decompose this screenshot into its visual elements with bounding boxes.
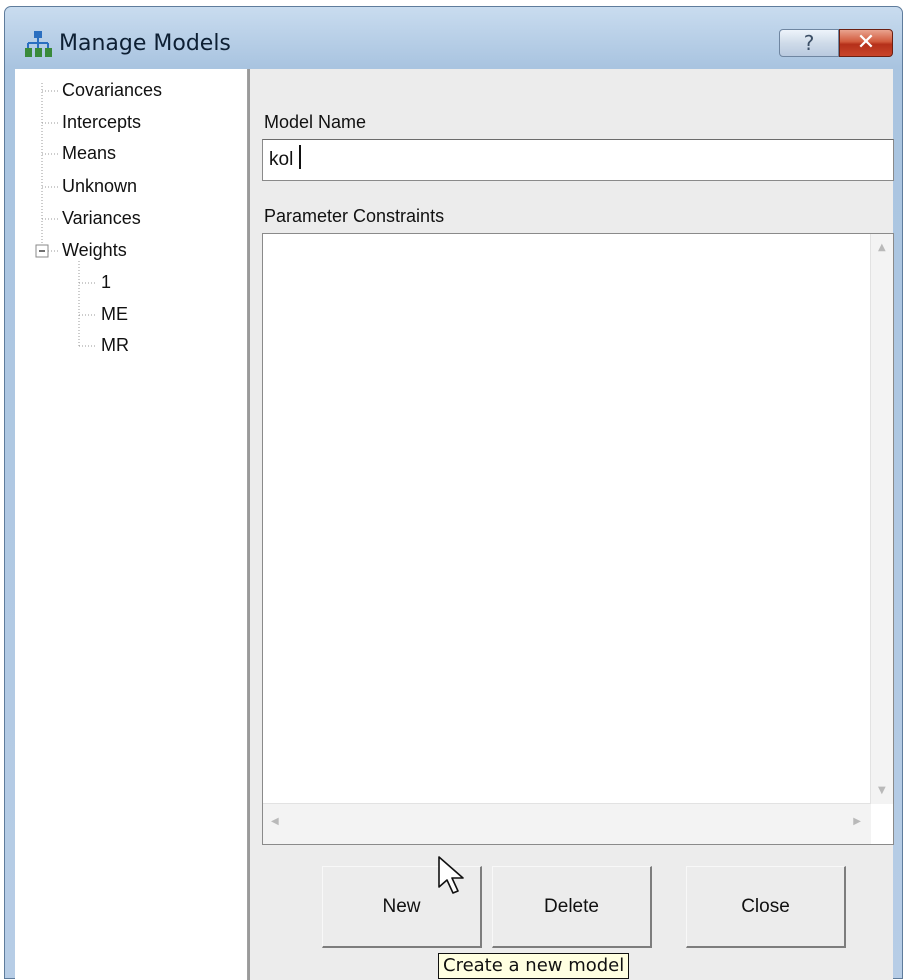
model-name-input[interactable]: [262, 139, 894, 181]
tree-item-weights-1[interactable]: 1: [101, 272, 111, 293]
model-name-label: Model Name: [264, 112, 367, 132]
tree-item-weights[interactable]: Weights: [62, 240, 127, 261]
parameter-constraints-textarea[interactable]: ▲ ▼ ◀ ▶: [262, 233, 894, 845]
scroll-down-arrow-icon[interactable]: ▼: [878, 785, 886, 796]
close-dialog-button[interactable]: Close: [686, 866, 846, 948]
help-icon: ?: [803, 31, 815, 55]
window-title: Manage Models: [59, 31, 231, 56]
manage-models-window: Manage Models ? ✕ Covariances Intercepts…: [4, 6, 903, 980]
dialog-client-area: Covariances Intercepts Means Unknown Var…: [15, 69, 894, 980]
model-details-panel: Model Name Parameter Constraints ▲ ▼ ◀ ▶…: [248, 69, 894, 980]
horizontal-scrollbar[interactable]: ◀ ▶: [263, 803, 871, 844]
tree-item-covariances[interactable]: Covariances: [62, 80, 162, 101]
text-caret: [299, 145, 301, 169]
help-button[interactable]: ?: [779, 29, 839, 57]
tree-item-intercepts[interactable]: Intercepts: [62, 112, 141, 133]
model-tree-icon: [25, 31, 52, 57]
new-model-tooltip: Create a new model: [438, 953, 630, 979]
window-close-button[interactable]: ✕: [839, 29, 893, 57]
delete-model-button[interactable]: Delete: [492, 866, 652, 948]
model-tree-panel[interactable]: Covariances Intercepts Means Unknown Var…: [15, 69, 248, 980]
title-bar[interactable]: Manage Models ? ✕: [5, 7, 902, 69]
tree-item-means[interactable]: Means: [62, 143, 116, 164]
tree-item-variances[interactable]: Variances: [62, 208, 141, 229]
tree-item-weights-me[interactable]: ME: [101, 304, 128, 325]
close-icon: ✕: [856, 30, 876, 55]
vertical-scrollbar[interactable]: ▲ ▼: [870, 234, 893, 804]
mouse-pointer-icon: [438, 856, 464, 894]
tree-item-weights-mr[interactable]: MR: [101, 335, 129, 356]
parameter-constraints-label: Parameter Constraints: [264, 206, 445, 226]
scroll-right-arrow-icon[interactable]: ▶: [853, 816, 861, 827]
scroll-up-arrow-icon[interactable]: ▲: [878, 242, 886, 253]
tree-item-unknown[interactable]: Unknown: [62, 176, 137, 197]
scroll-left-arrow-icon[interactable]: ◀: [271, 816, 279, 827]
